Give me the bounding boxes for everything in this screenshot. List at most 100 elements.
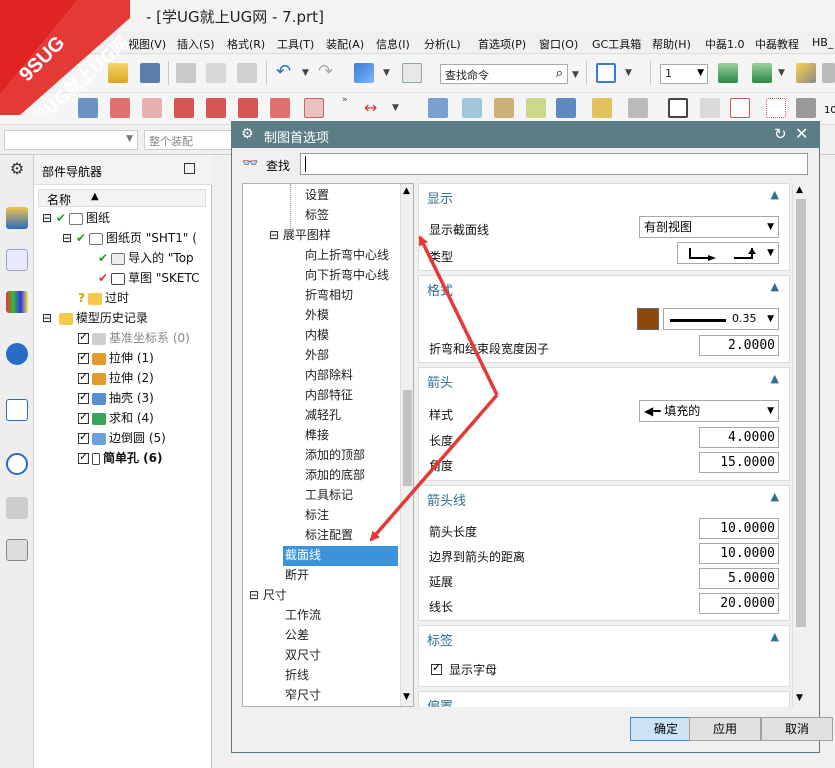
history-icon[interactable] — [6, 399, 28, 421]
tree-node[interactable]: 边倒圆 (5) — [78, 429, 166, 449]
tree-item[interactable]: 向下折弯中心线 — [305, 266, 389, 286]
tree-node[interactable]: 求和 (4) — [78, 409, 154, 429]
assembly-scope-select[interactable]: 整个装配 — [144, 130, 240, 150]
binoculars-icon[interactable] — [796, 98, 816, 118]
line-length-input[interactable]: 20.0000 — [699, 593, 779, 614]
menu-zhonglei[interactable]: 中磊1.0 — [705, 36, 745, 52]
tree-node[interactable]: ✔ 草图 "SKETC — [98, 269, 199, 289]
tree-item[interactable]: 榫接 — [305, 426, 329, 446]
assembly-navigator-icon[interactable] — [6, 207, 28, 229]
reuse-library-icon[interactable] — [6, 291, 28, 313]
frame-icon[interactable] — [700, 98, 720, 118]
menu-window[interactable]: 窗口(O) — [539, 36, 578, 52]
menu-help[interactable]: 帮助(H) — [652, 36, 691, 52]
tree-node[interactable]: 拉伸 (1) — [78, 349, 154, 369]
collapse-icon[interactable]: ▲ — [771, 372, 779, 385]
tree-item[interactable]: 添加的底部 — [305, 466, 365, 486]
find-input[interactable] — [300, 153, 808, 175]
tree-item[interactable]: 折线 — [285, 666, 309, 686]
menu-assembly[interactable]: 装配(A) — [326, 36, 364, 52]
half-section-icon[interactable] — [206, 98, 226, 118]
tree-item[interactable]: 工作流 — [285, 606, 321, 626]
save-icon[interactable] — [140, 63, 160, 83]
info-icon[interactable] — [402, 63, 422, 83]
maximize-icon[interactable] — [184, 163, 195, 174]
tree-node[interactable]: 拉伸 (2) — [78, 369, 154, 389]
tree-item[interactable]: 外模 — [305, 306, 329, 326]
tree-node[interactable]: ? 过时 — [78, 289, 129, 309]
arrowhead-length-input[interactable]: 10.0000 — [699, 518, 779, 539]
scroll-up-icon[interactable]: ▲ — [403, 186, 410, 196]
apply-button[interactable]: 应用 — [689, 717, 761, 741]
tree-item[interactable]: 窄尺寸 — [285, 686, 321, 706]
copy-icon[interactable] — [206, 63, 226, 83]
tree-item[interactable]: 双尺寸 — [285, 646, 321, 666]
tree-scrollbar[interactable]: ▲ ▼ — [400, 184, 413, 706]
paste-icon[interactable] — [237, 63, 257, 83]
bend-factor-input[interactable]: 2.0000 — [699, 335, 779, 356]
gear-icon[interactable]: ⚙ — [6, 159, 28, 181]
tree-node[interactable]: ⊟ ✔ 图纸 — [42, 209, 110, 229]
tree-node[interactable]: 基准坐标系 (0) — [78, 329, 190, 349]
tree-node[interactable]: ⊟ ✔ 图纸页 "SHT1" ( — [62, 229, 197, 249]
arrow-style-dropdown[interactable]: ◀━ 填充的 ▼ — [639, 400, 779, 422]
system-scene-icon[interactable] — [6, 539, 28, 561]
tree-node[interactable]: ✔ 导入的 "Top — [98, 249, 194, 269]
collapse-icon[interactable]: ▲ — [771, 490, 779, 503]
menu-analysis[interactable]: 分析(L) — [424, 36, 461, 52]
select-icon[interactable] — [354, 63, 374, 83]
tree-node[interactable]: 抽壳 (3) — [78, 389, 154, 409]
tree-item[interactable]: 向上折弯中心线 — [305, 246, 389, 266]
fit-icon[interactable] — [596, 63, 616, 83]
menu-format[interactable]: 格式(R) — [227, 36, 265, 52]
parts-list-icon[interactable] — [526, 98, 546, 118]
tree-item[interactable]: 标注 — [305, 506, 329, 526]
break-view-icon[interactable] — [270, 98, 290, 118]
view-layout-icon[interactable] — [428, 98, 448, 118]
show-letter-checkbox[interactable] — [431, 661, 442, 675]
collapse-icon[interactable]: ▲ — [771, 630, 779, 643]
undo-icon[interactable]: ↶ — [276, 63, 296, 83]
tree-node[interactable]: 简单孔 (6) — [78, 449, 163, 469]
show-section-dropdown[interactable]: 有剖视图 ▼ — [639, 216, 779, 238]
brush-icon[interactable] — [796, 63, 816, 83]
border-distance-input[interactable]: 10.0000 — [699, 543, 779, 564]
cut-icon[interactable] — [176, 63, 196, 83]
menu-gc-toolbox[interactable]: GC工具箱 — [592, 36, 641, 52]
projected-view-icon[interactable] — [142, 98, 162, 118]
section-type-dropdown[interactable]: ▼ — [677, 242, 779, 264]
part-navigator-icon[interactable] — [6, 249, 28, 271]
menu-info[interactable]: 信息(I) — [376, 36, 410, 52]
collapse-icon[interactable]: ▲ — [771, 280, 779, 293]
column-header[interactable]: 名称 ▲ — [38, 189, 206, 207]
line-width-dropdown[interactable]: 0.35 mm ▼ — [663, 308, 779, 345]
tree-item-selected[interactable]: 截面线 — [283, 546, 398, 566]
menu-preferences[interactable]: 首选项(P) — [478, 36, 526, 52]
table-icon[interactable] — [494, 98, 514, 118]
color-swatch[interactable] — [637, 308, 659, 330]
filter-select[interactable]: ▼ — [4, 130, 138, 150]
reset-icon[interactable]: ↻ — [774, 125, 787, 143]
hierarchy-icon[interactable] — [556, 98, 576, 118]
bracket-icon[interactable] — [730, 98, 750, 118]
tree-item[interactable]: ⊟ 展平图样 — [269, 226, 331, 246]
grid-icon[interactable] — [766, 98, 786, 118]
web-browser-icon[interactable] — [6, 343, 28, 365]
layer-select[interactable]: 1 ▼ — [660, 64, 708, 84]
tree-item[interactable]: 添加的顶部 — [305, 446, 365, 466]
view-3d-icon[interactable] — [462, 98, 482, 118]
layer-settings-icon[interactable] — [718, 63, 738, 83]
section-view-icon[interactable] — [174, 98, 194, 118]
toolbar-overflow-icon[interactable] — [822, 63, 835, 83]
scroll-thumb[interactable] — [403, 390, 412, 486]
tree-item[interactable]: 工具标记 — [305, 486, 353, 506]
command-search-input[interactable]: 查找命令 ⌕ — [440, 64, 568, 84]
scroll-thumb[interactable] — [796, 199, 806, 627]
tree-item[interactable]: 标签 — [305, 206, 329, 226]
tree-item[interactable]: 内模 — [305, 326, 329, 346]
tree-item[interactable]: 减轻孔 — [305, 406, 341, 426]
menu-zhonglei-tutorial[interactable]: 中磊教程 — [755, 36, 799, 52]
tree-item[interactable]: 标注配置 — [305, 526, 353, 546]
layer-dropdown-icon[interactable]: ▼ — [778, 68, 785, 78]
menu-view[interactable]: 视图(V) — [128, 36, 166, 52]
